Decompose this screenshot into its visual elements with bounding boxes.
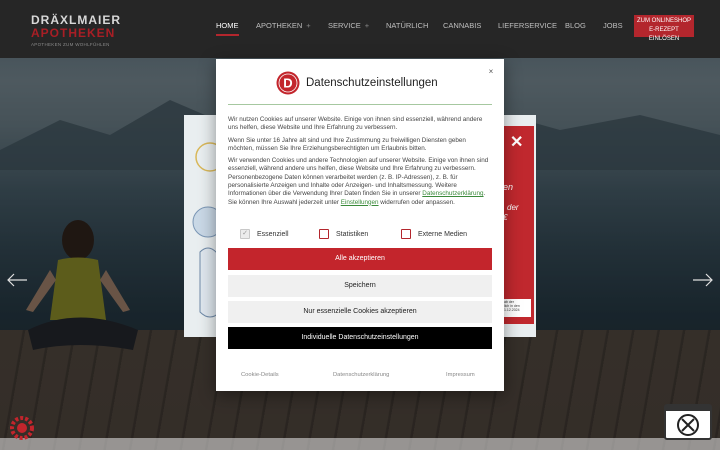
close-icon[interactable]: × — [486, 67, 496, 77]
checkbox-label: Essenziell — [257, 230, 289, 238]
nav-service[interactable]: SERVICE + — [328, 21, 369, 30]
nav-jobs[interactable]: JOBS — [603, 21, 623, 30]
accept-all-button[interactable]: Alle akzeptieren — [228, 248, 492, 270]
checkbox-essential: ✓ Essenziell — [240, 228, 289, 240]
nav-cannabis[interactable]: CANNABIS — [443, 21, 481, 30]
imprint-link[interactable]: Impressum — [446, 372, 475, 378]
widget-titlebar — [666, 406, 710, 411]
cookie-details-link[interactable]: Cookie-Details — [241, 372, 279, 378]
save-button[interactable]: Speichern — [228, 275, 492, 297]
checkbox-statistics-box[interactable] — [319, 229, 329, 239]
checkbox-label[interactable]: Externe Medien — [418, 231, 467, 238]
age-paragraph: Wenn Sie unter 16 Jahre alt sind und Ihr… — [228, 136, 466, 152]
nav-blog[interactable]: BLOG — [565, 21, 586, 30]
brand-name-line2: APOTHEKEN — [31, 26, 116, 40]
dialog-title: Datenschutzeinstellungen — [306, 77, 438, 89]
site-header: DRÄXLMAIER APOTHEKEN APOTHEKEN ZUM WOHLF… — [0, 0, 720, 58]
promo-red-panel — [502, 126, 534, 324]
promo-note: ab der lich in den 1.12.2024 — [503, 299, 531, 317]
dialog-body: Wir nutzen Cookies auf unserer Website. … — [228, 116, 492, 211]
privacy-widget-button[interactable] — [664, 404, 712, 440]
privacy-policy-footer-link[interactable]: Datenschutzerklärung — [333, 372, 389, 378]
slider-next-arrow-icon[interactable] — [692, 272, 714, 288]
privacy-policy-link[interactable]: Datenschutzerklärung — [422, 190, 483, 197]
intro-paragraph: Wir nutzen Cookies auf unserer Website. … — [228, 116, 483, 132]
nav-apotheken[interactable]: APOTHEKEN + — [256, 21, 311, 30]
promo-text: der — [507, 203, 519, 212]
blocked-icon — [677, 414, 699, 436]
brand-tagline: APOTHEKEN ZUM WOHLFÜHLEN — [31, 42, 110, 47]
checkbox-statistics[interactable]: Statistiken — [319, 228, 368, 240]
checkbox-essential-box: ✓ — [240, 229, 250, 239]
consent-categories: ✓ Essenziell Statistiken Externe Medien — [240, 228, 490, 240]
promo-close-icon[interactable]: ✕ — [510, 132, 523, 152]
checkbox-label[interactable]: Statistiken — [336, 231, 368, 238]
checkbox-external-media-box[interactable] — [401, 229, 411, 239]
onlineshop-label: ZUM ONLINESHOP — [636, 18, 691, 24]
nav-lieferservice[interactable]: LIEFERSERVICE — [498, 21, 557, 30]
nav-natuerlich[interactable]: NATÜRLICH — [386, 21, 428, 30]
flower-badge-icon[interactable] — [10, 416, 34, 440]
privacy-settings-dialog: × D Datenschutzeinstellungen Wir nutzen … — [216, 59, 504, 391]
checkbox-external-media[interactable]: Externe Medien — [401, 228, 467, 240]
divider — [228, 104, 492, 105]
onlineshop-button[interactable]: ZUM ONLINESHOP E-REZEPT EINLÖSEN — [634, 15, 694, 42]
erezept-label: E-REZEPT EINLÖSEN — [648, 27, 680, 42]
logo-letter: D — [283, 76, 292, 91]
dialog-footer: Cookie-Details Datenschutzerklärung Impr… — [216, 372, 504, 382]
accept-essential-button[interactable]: Nur essenzielle Cookies akzeptieren — [228, 301, 492, 323]
slider-prev-arrow-icon[interactable] — [6, 272, 28, 288]
brand-logo[interactable]: DRÄXLMAIER APOTHEKEN APOTHEKEN ZUM WOHLF… — [31, 14, 121, 48]
plus-icon: + — [306, 21, 311, 30]
promo-text: en — [503, 182, 514, 192]
plus-icon: + — [364, 21, 370, 30]
brand-d-logo-icon: D — [276, 71, 300, 95]
individual-settings-button[interactable]: Individuelle Datenschutzeinstellungen — [228, 327, 492, 349]
footer-strip — [0, 438, 720, 450]
settings-link[interactable]: Einstellungen — [341, 199, 379, 206]
nav-home[interactable]: HOME — [216, 21, 239, 36]
details-paragraph: Wir verwenden Cookies und andere Technol… — [228, 157, 489, 206]
